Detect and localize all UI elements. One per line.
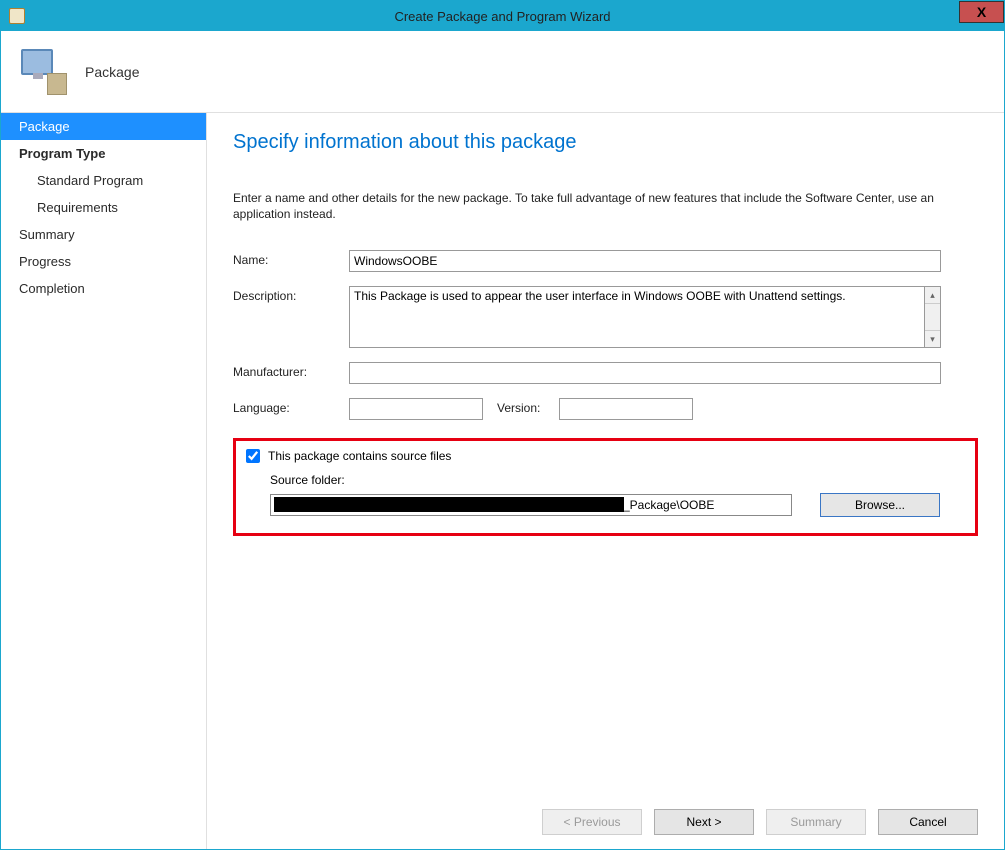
footer-buttons: < Previous Next > Summary Cancel <box>233 795 978 849</box>
label-source-folder: Source folder: <box>270 473 965 487</box>
sidebar: Package Program Type Standard Program Re… <box>1 113 207 849</box>
sidebar-item-standard-program[interactable]: Standard Program <box>1 167 206 194</box>
scroll-down-icon[interactable]: ▾ <box>925 330 940 347</box>
version-input[interactable] <box>559 398 693 420</box>
sidebar-item-progress[interactable]: Progress <box>1 248 206 275</box>
cancel-button[interactable]: Cancel <box>878 809 978 835</box>
language-input[interactable] <box>349 398 483 420</box>
redaction-bar <box>274 497 624 512</box>
row-manufacturer: Manufacturer: <box>233 362 978 384</box>
summary-button[interactable]: Summary <box>766 809 866 835</box>
sidebar-item-summary[interactable]: Summary <box>1 221 206 248</box>
name-input[interactable] <box>349 250 941 272</box>
row-name: Name: <box>233 250 978 272</box>
previous-button[interactable]: < Previous <box>542 809 642 835</box>
sidebar-item-completion[interactable]: Completion <box>1 275 206 302</box>
label-name: Name: <box>233 250 349 267</box>
source-files-checkbox-label: This package contains source files <box>268 449 451 463</box>
label-description: Description: <box>233 286 349 303</box>
scroll-up-icon[interactable]: ▴ <box>925 287 940 304</box>
manufacturer-input[interactable] <box>349 362 941 384</box>
close-icon: X <box>977 4 986 20</box>
sidebar-item-package[interactable]: Package <box>1 113 206 140</box>
browse-button[interactable]: Browse... <box>820 493 940 517</box>
row-source-checkbox: This package contains source files <box>246 449 965 463</box>
row-source-folder: Browse... <box>270 493 965 517</box>
wizard-window: Create Package and Program Wizard X Pack… <box>0 0 1005 850</box>
instruction-text: Enter a name and other details for the n… <box>233 190 978 222</box>
titlebar: Create Package and Program Wizard X <box>1 1 1004 31</box>
package-icon <box>17 47 67 97</box>
source-files-checkbox[interactable] <box>246 449 260 463</box>
label-version: Version: <box>483 398 559 415</box>
source-files-highlight: This package contains source files Sourc… <box>233 438 978 536</box>
description-input[interactable]: This Package is used to appear the user … <box>349 286 924 348</box>
body: Package Program Type Standard Program Re… <box>1 113 1004 849</box>
row-language-version: Language: Version: <box>233 398 978 420</box>
page-heading: Specify information about this package <box>233 131 978 154</box>
description-scrollbar[interactable]: ▴ ▾ <box>924 286 941 348</box>
main-panel: Specify information about this package E… <box>207 113 1004 849</box>
row-description: Description: This Package is used to app… <box>233 286 978 348</box>
label-language: Language: <box>233 398 349 415</box>
label-manufacturer: Manufacturer: <box>233 362 349 379</box>
sidebar-item-requirements[interactable]: Requirements <box>1 194 206 221</box>
window-title: Create Package and Program Wizard <box>1 9 1004 24</box>
close-button[interactable]: X <box>959 1 1004 23</box>
banner-heading: Package <box>85 64 139 80</box>
banner: Package <box>1 31 1004 113</box>
sidebar-item-program-type[interactable]: Program Type <box>1 140 206 167</box>
next-button[interactable]: Next > <box>654 809 754 835</box>
